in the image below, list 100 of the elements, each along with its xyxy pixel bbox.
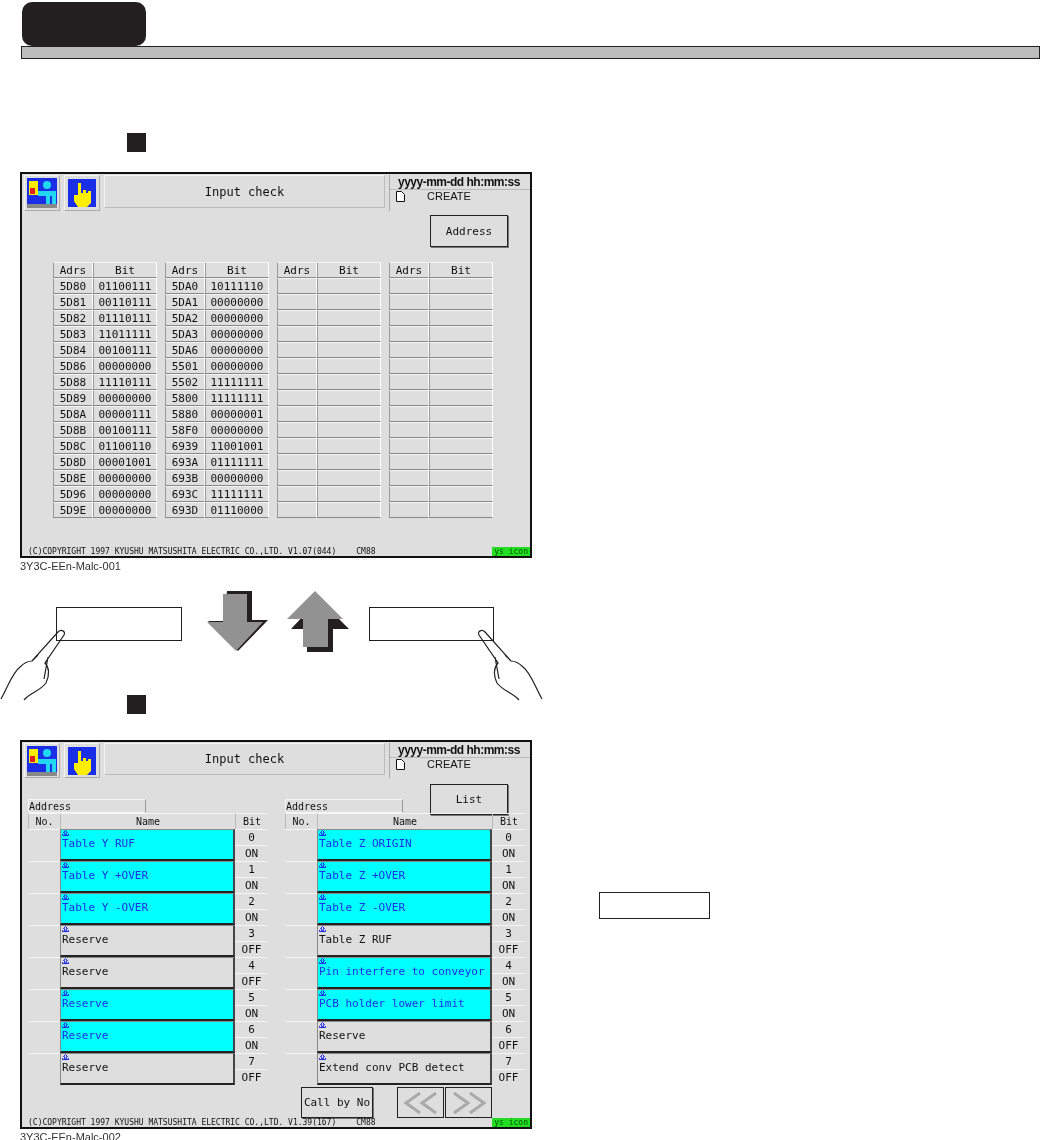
- table-cell: 5D89: [53, 390, 93, 406]
- address-button[interactable]: Address: [430, 215, 508, 247]
- mode-label: CREATE: [427, 190, 471, 202]
- column-header: No.: [285, 813, 317, 829]
- table-cell: 5880: [165, 406, 205, 422]
- call-by-number-button[interactable]: Call by No: [301, 1087, 373, 1118]
- input-name-button[interactable]: Extend conv PCB detect: [317, 1053, 492, 1085]
- table-cell: 58F0: [165, 422, 205, 438]
- table-cell: 693C: [165, 486, 205, 502]
- table-cell: [429, 374, 493, 390]
- up-arrow-icon: [319, 862, 326, 868]
- model-text: CM88: [356, 1118, 376, 1127]
- table-cell: [429, 406, 493, 422]
- bit-state: OFF: [492, 941, 525, 957]
- table-cell: [317, 454, 381, 470]
- table-cell: [389, 406, 429, 422]
- table-cell: 00000000: [205, 310, 269, 326]
- table-cell: [389, 294, 429, 310]
- input-name-button[interactable]: Pin interfere to conveyor: [317, 957, 492, 989]
- input-name-button[interactable]: Table Y -OVER: [60, 893, 235, 925]
- bit-number: 7: [235, 1053, 268, 1069]
- table-cell: [277, 454, 317, 470]
- pointing-hand-icon[interactable]: [68, 746, 96, 775]
- column-header: Bit: [317, 262, 381, 278]
- input-name-button[interactable]: Reserve: [60, 989, 235, 1021]
- document-icon: [396, 758, 405, 770]
- table-cell: [389, 358, 429, 374]
- table-cell: [317, 502, 381, 518]
- input-name-button[interactable]: Reserve: [60, 1021, 235, 1053]
- table-cell: 5DA2: [165, 310, 205, 326]
- up-arrow-icon: [319, 926, 326, 932]
- table-cell: 00000000: [93, 390, 157, 406]
- bit-number: 4: [235, 957, 268, 973]
- bit-number: 0: [235, 829, 268, 845]
- list-button[interactable]: List: [430, 784, 508, 815]
- table-cell: 693D: [165, 502, 205, 518]
- input-name-button[interactable]: Reserve: [317, 1021, 492, 1053]
- input-name-button[interactable]: Table Y RUF: [60, 829, 235, 861]
- next-page-button[interactable]: [445, 1087, 492, 1118]
- input-name-button[interactable]: Table Z -OVER: [317, 893, 492, 925]
- table-cell: [429, 502, 493, 518]
- table-cell: 00000001: [205, 406, 269, 422]
- bit-number: 4: [492, 957, 525, 973]
- bit-state: ON: [492, 877, 525, 893]
- table-cell: 6939: [165, 438, 205, 454]
- table-cell: [429, 470, 493, 486]
- input-name-button[interactable]: Reserve: [60, 957, 235, 989]
- table-cell: [317, 294, 381, 310]
- model-text: CM88: [356, 547, 376, 556]
- table-cell: [429, 310, 493, 326]
- bit-state: ON: [235, 1037, 268, 1053]
- table-cell: 5DA1: [165, 294, 205, 310]
- bit-number: 3: [235, 925, 268, 941]
- input-name-button[interactable]: Table Y +OVER: [60, 861, 235, 893]
- input-name-button[interactable]: Table Z ORIGIN: [317, 829, 492, 861]
- table-cell: [317, 486, 381, 502]
- table-cell: 00000000: [205, 470, 269, 486]
- up-arrow-icon: [319, 1022, 326, 1028]
- input-name-button[interactable]: Reserve: [60, 925, 235, 957]
- screen-title: Input check: [104, 175, 385, 208]
- input-name-button[interactable]: Table Z RUF: [317, 925, 492, 957]
- table-cell: [317, 358, 381, 374]
- bit-state: ON: [235, 1005, 268, 1021]
- table-cell: 00000000: [93, 358, 157, 374]
- table-cell: [389, 422, 429, 438]
- up-arrow-icon: [62, 830, 69, 836]
- table-cell: 01100111: [93, 278, 157, 294]
- table-cell: 5D8A: [53, 406, 93, 422]
- table-cell: 11111111: [205, 390, 269, 406]
- column-header: Adrs: [277, 262, 317, 278]
- input-name-button[interactable]: Reserve: [60, 1053, 235, 1085]
- table-cell: [429, 390, 493, 406]
- bit-state: ON: [492, 845, 525, 861]
- column-header: Adrs: [53, 262, 93, 278]
- operator-icon[interactable]: [27, 745, 57, 776]
- bit-number: 3: [492, 925, 525, 941]
- table-cell: [277, 470, 317, 486]
- table-cell: 00000000: [205, 326, 269, 342]
- table-cell: 11011111: [93, 326, 157, 342]
- table-cell: [277, 358, 317, 374]
- table-cell: [389, 278, 429, 294]
- table-cell: 5D8C: [53, 438, 93, 454]
- previous-page-button[interactable]: [397, 1087, 444, 1118]
- table-cell: [317, 406, 381, 422]
- table-cell: 5D86: [53, 358, 93, 374]
- up-arrow-icon: [62, 1054, 69, 1060]
- pointing-hand-icon[interactable]: [68, 179, 96, 207]
- table-cell: [317, 438, 381, 454]
- table-cell: [429, 278, 493, 294]
- table-cell: 5D84: [53, 342, 93, 358]
- bit-state: OFF: [235, 973, 268, 989]
- up-arrow-icon: [319, 830, 326, 836]
- input-name-button[interactable]: PCB holder lower limit: [317, 989, 492, 1021]
- table-cell: 00100111: [93, 422, 157, 438]
- operator-icon[interactable]: [27, 178, 57, 208]
- bit-state: ON: [492, 973, 525, 989]
- table-cell: [429, 454, 493, 470]
- table-cell: [389, 390, 429, 406]
- table-cell: [277, 438, 317, 454]
- input-name-button[interactable]: Table Z +OVER: [317, 861, 492, 893]
